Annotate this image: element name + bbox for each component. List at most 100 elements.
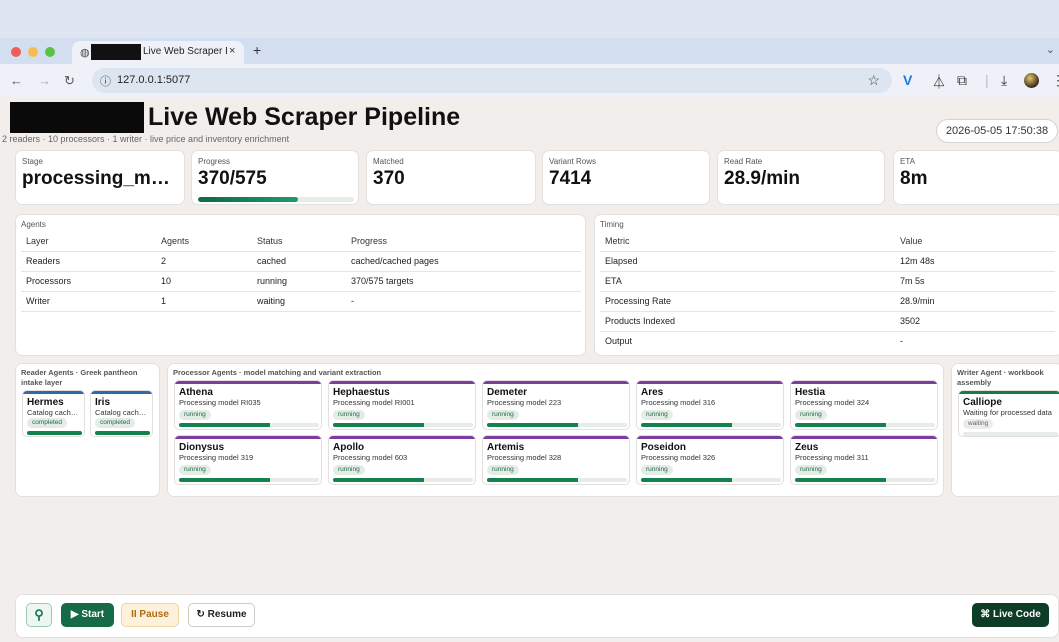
tab-close-icon[interactable]: × <box>229 45 235 57</box>
stat-label: Matched <box>373 157 404 166</box>
agent-accent-line <box>23 391 84 394</box>
status-badge: waiting <box>963 419 994 429</box>
window-close-button[interactable] <box>11 47 21 57</box>
status-badge: running <box>795 465 827 475</box>
new-tab-button[interactable]: + <box>253 42 261 58</box>
agent-name: Calliope <box>963 397 1002 408</box>
live-code-button[interactable]: ⌘ Live Code <box>972 603 1049 627</box>
table-cell: Processors <box>21 271 156 292</box>
agent-card[interactable]: Poseidon Processing model 326 running <box>636 435 784 485</box>
table-cell: waiting <box>252 291 346 312</box>
address-bar[interactable]: ⓘ 127.0.0.1:5077 ☆ <box>92 68 892 93</box>
table-header-row: Metric Value <box>600 232 1055 252</box>
agent-name: Dionysus <box>179 442 225 453</box>
agent-progress-bar <box>179 478 319 482</box>
table-cell: running <box>252 271 346 292</box>
agent-card[interactable]: Artemis Processing model 328 running <box>482 435 630 485</box>
timing-panel: Timing Metric Value Elapsed 12m 48s ETA … <box>594 214 1059 356</box>
forward-icon[interactable]: → <box>38 73 51 88</box>
reload-icon[interactable]: ↻ <box>64 73 75 89</box>
agent-description: Processing model 324 <box>795 398 870 407</box>
agent-accent-line <box>483 381 629 384</box>
resume-button[interactable]: ↻ Resume <box>188 603 255 627</box>
progress-bar <box>198 197 354 202</box>
agent-card[interactable]: Demeter Processing model 223 running <box>482 380 630 430</box>
url-text[interactable]: 127.0.0.1:5077 <box>117 74 190 86</box>
pipeline-graph-button[interactable]: ⚲ <box>26 603 52 627</box>
agent-description: Processing model 328 <box>487 453 562 462</box>
agent-card[interactable]: Hestia Processing model 324 running <box>790 380 938 430</box>
agent-card[interactable]: Apollo Processing model 603 running <box>328 435 476 485</box>
extension-figure-icon[interactable]: ⏃ <box>932 72 946 92</box>
toolbar-divider: | <box>985 72 989 88</box>
start-button[interactable]: ▶ Start <box>61 603 114 627</box>
bookmark-star-icon[interactable]: ☆ <box>867 72 880 89</box>
agent-description: Processing model 311 <box>795 453 869 462</box>
table-cell: ETA <box>600 271 895 292</box>
table-header-row: Layer Agents Status Progress <box>21 232 581 252</box>
agents-table: Layer Agents Status Progress Readers 2 c… <box>21 232 581 312</box>
extension-v-icon[interactable]: V <box>903 72 912 88</box>
table-cell: 7m 5s <box>895 271 1055 292</box>
agent-description: Processing model RI001 <box>333 398 415 407</box>
control-bar: ⚲ ▶ Start II Pause ↻ Resume ⌘ Live Code <box>15 594 1059 638</box>
agent-progress-fill <box>333 478 424 482</box>
progress-fill <box>198 197 299 202</box>
table-row: Products Indexed 3502 <box>600 311 1055 332</box>
agent-card[interactable]: Iris Catalog cach… completed <box>90 390 153 437</box>
agent-description: Catalog cach… <box>95 408 147 417</box>
window-maximize-button[interactable] <box>45 47 55 57</box>
stat-value: 28.9/min <box>724 168 801 189</box>
reader-agents-section: Reader Agents · Greek pantheon intake la… <box>15 363 160 497</box>
agent-card[interactable]: Zeus Processing model 311 running <box>790 435 938 485</box>
agent-accent-line <box>959 391 1059 394</box>
agent-name: Athena <box>179 387 213 398</box>
agent-progress-fill <box>27 431 82 435</box>
stat-card-read-rate: Read Rate 28.9/min <box>717 150 885 205</box>
pause-button[interactable]: II Pause <box>121 603 179 627</box>
panel-title: Timing <box>600 220 624 229</box>
agent-card[interactable]: Calliope Waiting for processed data waitin… <box>958 390 1059 437</box>
browser-menu-icon[interactable]: ⋮ <box>1051 72 1059 89</box>
column-header: Status <box>252 232 346 252</box>
status-badge: running <box>487 465 519 475</box>
stat-value: processing_m… <box>22 168 170 189</box>
stat-card-eta: ETA 8m <box>893 150 1059 205</box>
stat-label: Progress <box>198 157 231 166</box>
table-cell: Readers <box>21 251 156 272</box>
agent-progress-bar <box>795 423 935 427</box>
datetime-pill: 2026-05-05 17:50:38 <box>936 119 1058 143</box>
table-cell: Writer <box>21 291 156 312</box>
window-minimize-button[interactable] <box>28 47 38 57</box>
agent-name: Hephaestus <box>333 387 390 398</box>
stat-label: Stage <box>22 157 43 166</box>
agent-card[interactable]: Hephaestus Processing model RI001 running <box>328 380 476 430</box>
agent-name: Hestia <box>795 387 826 398</box>
agent-accent-line <box>483 436 629 439</box>
agent-card[interactable]: Athena Processing model RI035 running <box>174 380 322 430</box>
tab-menu-chevron-icon[interactable]: ⌄ <box>1046 43 1055 56</box>
status-badge: running <box>641 410 673 420</box>
stat-value: 7414 <box>549 168 592 189</box>
table-cell: - <box>900 336 903 347</box>
site-info-icon[interactable]: ⓘ <box>100 73 111 89</box>
agent-name: Iris <box>95 397 111 408</box>
table-row: Processing Rate 28.9/min <box>600 291 1055 312</box>
stat-card-progress: Progress 370/575 <box>191 150 359 205</box>
browser-tab[interactable]: ◍ Live Web Scraper Pipeline × <box>72 41 244 64</box>
agent-card[interactable]: Ares Processing model 316 running <box>636 380 784 430</box>
stat-card-matched: Matched 370 <box>366 150 536 205</box>
download-icon[interactable]: ⤓ <box>1001 72 1007 89</box>
profile-avatar[interactable] <box>1024 73 1039 88</box>
agent-name: Ares <box>641 387 664 398</box>
agent-card[interactable]: Hermes Catalog cach… completed <box>22 390 85 437</box>
agent-progress-bar <box>487 478 627 482</box>
status-badge: running <box>333 465 365 475</box>
status-badge: running <box>795 410 827 420</box>
table-cell: 10 <box>156 271 252 292</box>
back-icon[interactable]: ← <box>10 73 23 88</box>
agent-card[interactable]: Dionysus Processing model 319 running <box>174 435 322 485</box>
browser-tab-strip: ◍ Live Web Scraper Pipeline × + ⌄ <box>0 38 1059 64</box>
agent-accent-line <box>637 381 783 384</box>
extensions-puzzle-icon[interactable]: ⧉ <box>957 72 967 89</box>
